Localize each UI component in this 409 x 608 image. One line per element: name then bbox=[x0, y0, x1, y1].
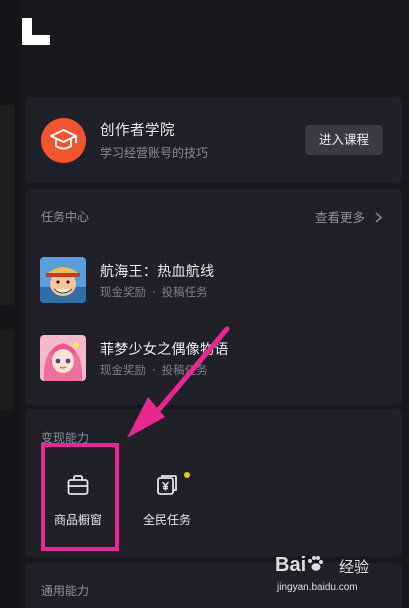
app-logo-icon bbox=[22, 18, 50, 45]
background-edge bbox=[0, 0, 22, 608]
academy-subtitle: 学习经营账号的技巧 bbox=[100, 146, 209, 160]
monetization-card: 变现能力 商品橱窗 全民任务 bbox=[25, 409, 402, 557]
creator-academy-card[interactable]: 创作者学院 学习经营账号的技巧 进入课程 bbox=[25, 97, 402, 183]
task-title: 航海王：热血航线 bbox=[100, 264, 215, 280]
task-center-card: 任务中心 查看更多 航海王：热血航线 现金奖励 · 投稿任务 菲梦少女之偶像物语… bbox=[25, 189, 402, 405]
task-meta: 现金奖励 · 投稿任务 bbox=[100, 284, 208, 300]
task-item[interactable]: 航海王：热血航线 现金奖励 · 投稿任务 bbox=[25, 257, 402, 317]
watermark-url: jingyan.baidu.com bbox=[277, 582, 358, 593]
baidu-jingyan-watermark: Bai 经验 jingyan.baidu.com bbox=[275, 552, 391, 600]
meta-separator: · bbox=[152, 285, 156, 299]
national-task-button[interactable]: 全民任务 bbox=[127, 469, 207, 539]
watermark-suffix: 经验 bbox=[339, 558, 370, 576]
product-showcase-label: 商品橱窗 bbox=[53, 513, 102, 527]
task-reward: 现金奖励 bbox=[100, 285, 146, 299]
national-task-label: 全民任务 bbox=[142, 513, 191, 527]
notification-dot bbox=[184, 472, 190, 478]
watermark-brand: Bai bbox=[275, 554, 324, 577]
yuan-task-icon bbox=[157, 475, 177, 495]
anime-idol-girl-thumbnail bbox=[40, 335, 86, 381]
task-type: 投稿任务 bbox=[161, 285, 208, 299]
enter-course-button[interactable]: 进入课程 bbox=[305, 125, 383, 155]
academy-title: 创作者学院 bbox=[100, 123, 175, 139]
see-more-link[interactable]: 查看更多 bbox=[315, 207, 383, 226]
see-more-label: 查看更多 bbox=[315, 210, 366, 225]
background-patch bbox=[0, 105, 14, 305]
task-meta: 现金奖励 · 投稿任务 bbox=[100, 362, 208, 378]
monetization-header: 变现能力 bbox=[41, 431, 90, 445]
chevron-right-icon bbox=[375, 211, 383, 226]
graduation-cap-icon bbox=[41, 118, 86, 163]
task-type: 投稿任务 bbox=[161, 363, 208, 377]
meta-separator: · bbox=[152, 363, 156, 377]
task-center-header: 任务中心 bbox=[41, 210, 90, 224]
task-title: 菲梦少女之偶像物语 bbox=[100, 342, 229, 358]
task-item[interactable]: 菲梦少女之偶像物语 现金奖励 · 投稿任务 bbox=[25, 335, 402, 395]
storefront-bag-icon bbox=[67, 475, 89, 495]
creator-services-page: 创作者学院 学习经营账号的技巧 进入课程 任务中心 查看更多 航海王：热血航线 … bbox=[0, 0, 409, 608]
background-patch bbox=[0, 330, 14, 410]
paw-icon bbox=[308, 556, 324, 571]
task-reward: 现金奖励 bbox=[100, 363, 146, 377]
general-abilities-header: 通用能力 bbox=[41, 584, 90, 598]
product-showcase-button[interactable]: 商品橱窗 bbox=[38, 469, 118, 539]
anime-pirate-thumbnail bbox=[40, 257, 86, 303]
